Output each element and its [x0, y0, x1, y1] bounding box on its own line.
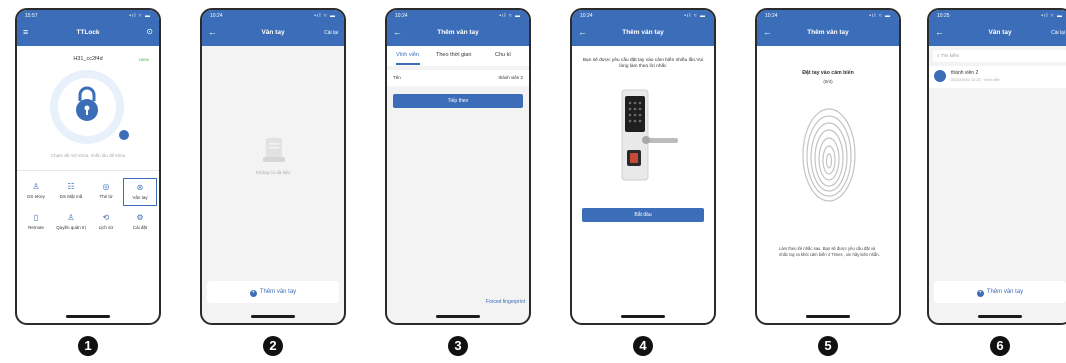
app-title: TTLock: [76, 29, 100, 36]
battery-status: 100%: [138, 57, 149, 62]
passcode-icon: ☷: [67, 182, 75, 191]
scan-note: Làm theo lời nhắc sau. Bạn sẽ được yêu c…: [779, 246, 880, 257]
step-badge-1: 1: [78, 336, 98, 356]
fingerprint-icon: [802, 108, 856, 202]
tab-permanent[interactable]: Vĩnh viễn: [396, 52, 419, 58]
card-icon: ◎: [102, 182, 110, 191]
name-label: Tên: [393, 75, 401, 80]
status-time: 10:24: [210, 13, 223, 19]
grid-fingerprint[interactable]: ⊛ Vân tay: [123, 178, 157, 206]
grid-admin[interactable]: ♙ Quyền quản trị: [54, 213, 88, 230]
home-indicator: [66, 315, 110, 318]
phone-screen-add-fingerprint-intro: 10:24 •ıl ≈ ▬ ← Thêm vân tay Bạn sẽ được …: [570, 8, 716, 325]
item-date: 2022/05/31 10:25 · Vĩnh viễn: [951, 78, 1000, 82]
fingerprint-avatar-icon: [934, 70, 946, 82]
phone-screen-fingerprint-scan: 10:24 •ıl ≈ ▬ ← Thêm vân tay Đặt tay vào …: [755, 8, 901, 325]
status-time: 10:24: [580, 13, 593, 19]
add-fingerprint-button[interactable]: + Thêm vân tay: [934, 281, 1066, 303]
app-header: 10:24 •ıl ≈ ▬ ← Thêm vân tay: [387, 10, 529, 46]
padlock-icon: [76, 86, 98, 121]
add-fingerprint-button[interactable]: + Thêm vân tay: [207, 281, 339, 303]
page-title: Thêm vân tay: [807, 29, 849, 36]
status-time: 15:57: [25, 13, 38, 19]
remote-unlock-icon[interactable]: [119, 130, 129, 140]
back-icon[interactable]: ←: [208, 27, 217, 37]
app-header: 10:24 •ıl ≈ ▬ ← Vân tay Cài lại: [202, 10, 344, 46]
grid-remote[interactable]: ▯ Remote: [19, 213, 53, 230]
step-badge-6: 6: [990, 336, 1010, 356]
app-header: 10:24 •ıl ≈ ▬ ← Thêm vân tay: [572, 10, 714, 46]
back-icon[interactable]: ←: [393, 27, 402, 37]
lock-name: H31_cc2f4d: [73, 56, 103, 62]
history-icon: ⟲: [102, 213, 110, 222]
name-field[interactable]: thành viên 2: [498, 75, 523, 80]
status-icons: •ıl ≈ ▬: [129, 13, 151, 19]
status-bar: 15:57 •ıl ≈ ▬: [25, 13, 151, 21]
search-input[interactable]: ⌕ Tìm kiếm: [933, 50, 1066, 62]
step-badge-4: 4: [633, 336, 653, 356]
grid-card[interactable]: ◎ Thẻ từ: [89, 182, 123, 199]
tab-timed[interactable]: Theo thời gian: [436, 52, 471, 58]
reset-button[interactable]: Cài lại: [1051, 30, 1065, 36]
grid-history[interactable]: ⟲ Lịch sử: [89, 213, 123, 230]
page-title: Thêm vân tay: [437, 29, 479, 36]
page-title: Vân tay: [988, 29, 1012, 36]
grid-ekey[interactable]: ♙ DS eKey: [19, 182, 53, 199]
phone-screen-lock-home: 15:57 •ıl ≈ ▬ ≡ TTLock ⊙ H31_cc2f4d 100%…: [15, 8, 161, 325]
plus-icon: +: [249, 290, 257, 297]
phone-screen-fingerprint-empty: 10:24 •ıl ≈ ▬ ← Vân tay Cài lại Không có …: [200, 8, 346, 325]
status-time: 10:24: [765, 13, 778, 19]
step-badge-2: 2: [263, 336, 283, 356]
app-header: 10:25 •ıl ≈ ▬ ← Vân tay Cài lại: [929, 10, 1066, 46]
home-indicator: [621, 315, 665, 318]
scan-heading: Đặt tay vào cảm biến: [802, 70, 854, 76]
back-icon[interactable]: ←: [763, 27, 772, 37]
tab-cyclic[interactable]: Chu kì: [495, 52, 511, 58]
home-indicator: [436, 315, 480, 318]
phone-screen-add-fingerprint-form: 10:24 •ıl ≈ ▬ ← Thêm vân tay Vĩnh viễn Th…: [385, 8, 531, 325]
step-badge-5: 5: [818, 336, 838, 356]
settings-gear-icon: ⚙: [136, 213, 144, 222]
admin-icon: ♙: [67, 213, 75, 222]
phone-screen-fingerprint-list: 10:25 •ıl ≈ ▬ ← Vân tay Cài lại ⌕ Tìm kiế…: [927, 8, 1066, 325]
grid-passcode[interactable]: ☷ DS Mật mã: [54, 182, 88, 199]
ekey-icon: ♙: [32, 182, 40, 191]
home-indicator: [978, 315, 1022, 318]
instruction-text: Bạn sẽ được yêu cầu đặt tay vào cảm biến…: [582, 58, 704, 69]
next-button[interactable]: Tiếp theo: [393, 94, 523, 108]
page-title: Thêm vân tay: [622, 29, 664, 36]
scan-progress: (0/4): [823, 79, 833, 84]
step-badge-3: 3: [448, 336, 468, 356]
item-name: thành viên 2: [951, 70, 979, 76]
status-time: 10:25: [937, 13, 950, 19]
door-lock-illustration: [621, 89, 678, 181]
active-tab-underline: [396, 63, 420, 65]
fingerprint-icon: ⊛: [136, 183, 144, 192]
forced-fingerprint-link[interactable]: Forced fingerprint: [486, 299, 525, 305]
empty-text: Không có dữ liệu: [255, 170, 291, 175]
page-title: Vân tay: [261, 29, 285, 36]
empty-document-icon: [263, 138, 285, 162]
list-item[interactable]: thành viên 2 2022/05/31 10:25 · Vĩnh viễ…: [929, 66, 1066, 88]
lock-hint: Chạm để mở khóa, nhấn lâu để khóa: [50, 153, 126, 158]
home-indicator: [806, 315, 850, 318]
unlock-button[interactable]: [50, 70, 124, 144]
back-icon[interactable]: ←: [935, 27, 944, 37]
back-icon[interactable]: ←: [578, 27, 587, 37]
plus-icon: +: [976, 290, 984, 297]
app-header: 10:24 •ıl ≈ ▬ ← Thêm vân tay: [757, 10, 899, 46]
grid-settings[interactable]: ⚙ Cài đặt: [123, 213, 157, 230]
settings-icon[interactable]: ⊙: [146, 27, 153, 36]
remote-icon: ▯: [33, 213, 39, 222]
menu-icon[interactable]: ≡: [23, 27, 28, 37]
status-time: 10:24: [395, 13, 408, 19]
search-icon: ⌕: [937, 53, 940, 58]
start-button[interactable]: Bắt đầu: [582, 208, 704, 222]
home-indicator: [251, 315, 295, 318]
reset-button[interactable]: Cài lại: [324, 30, 338, 36]
app-header: 15:57 •ıl ≈ ▬ ≡ TTLock ⊙: [17, 10, 159, 46]
